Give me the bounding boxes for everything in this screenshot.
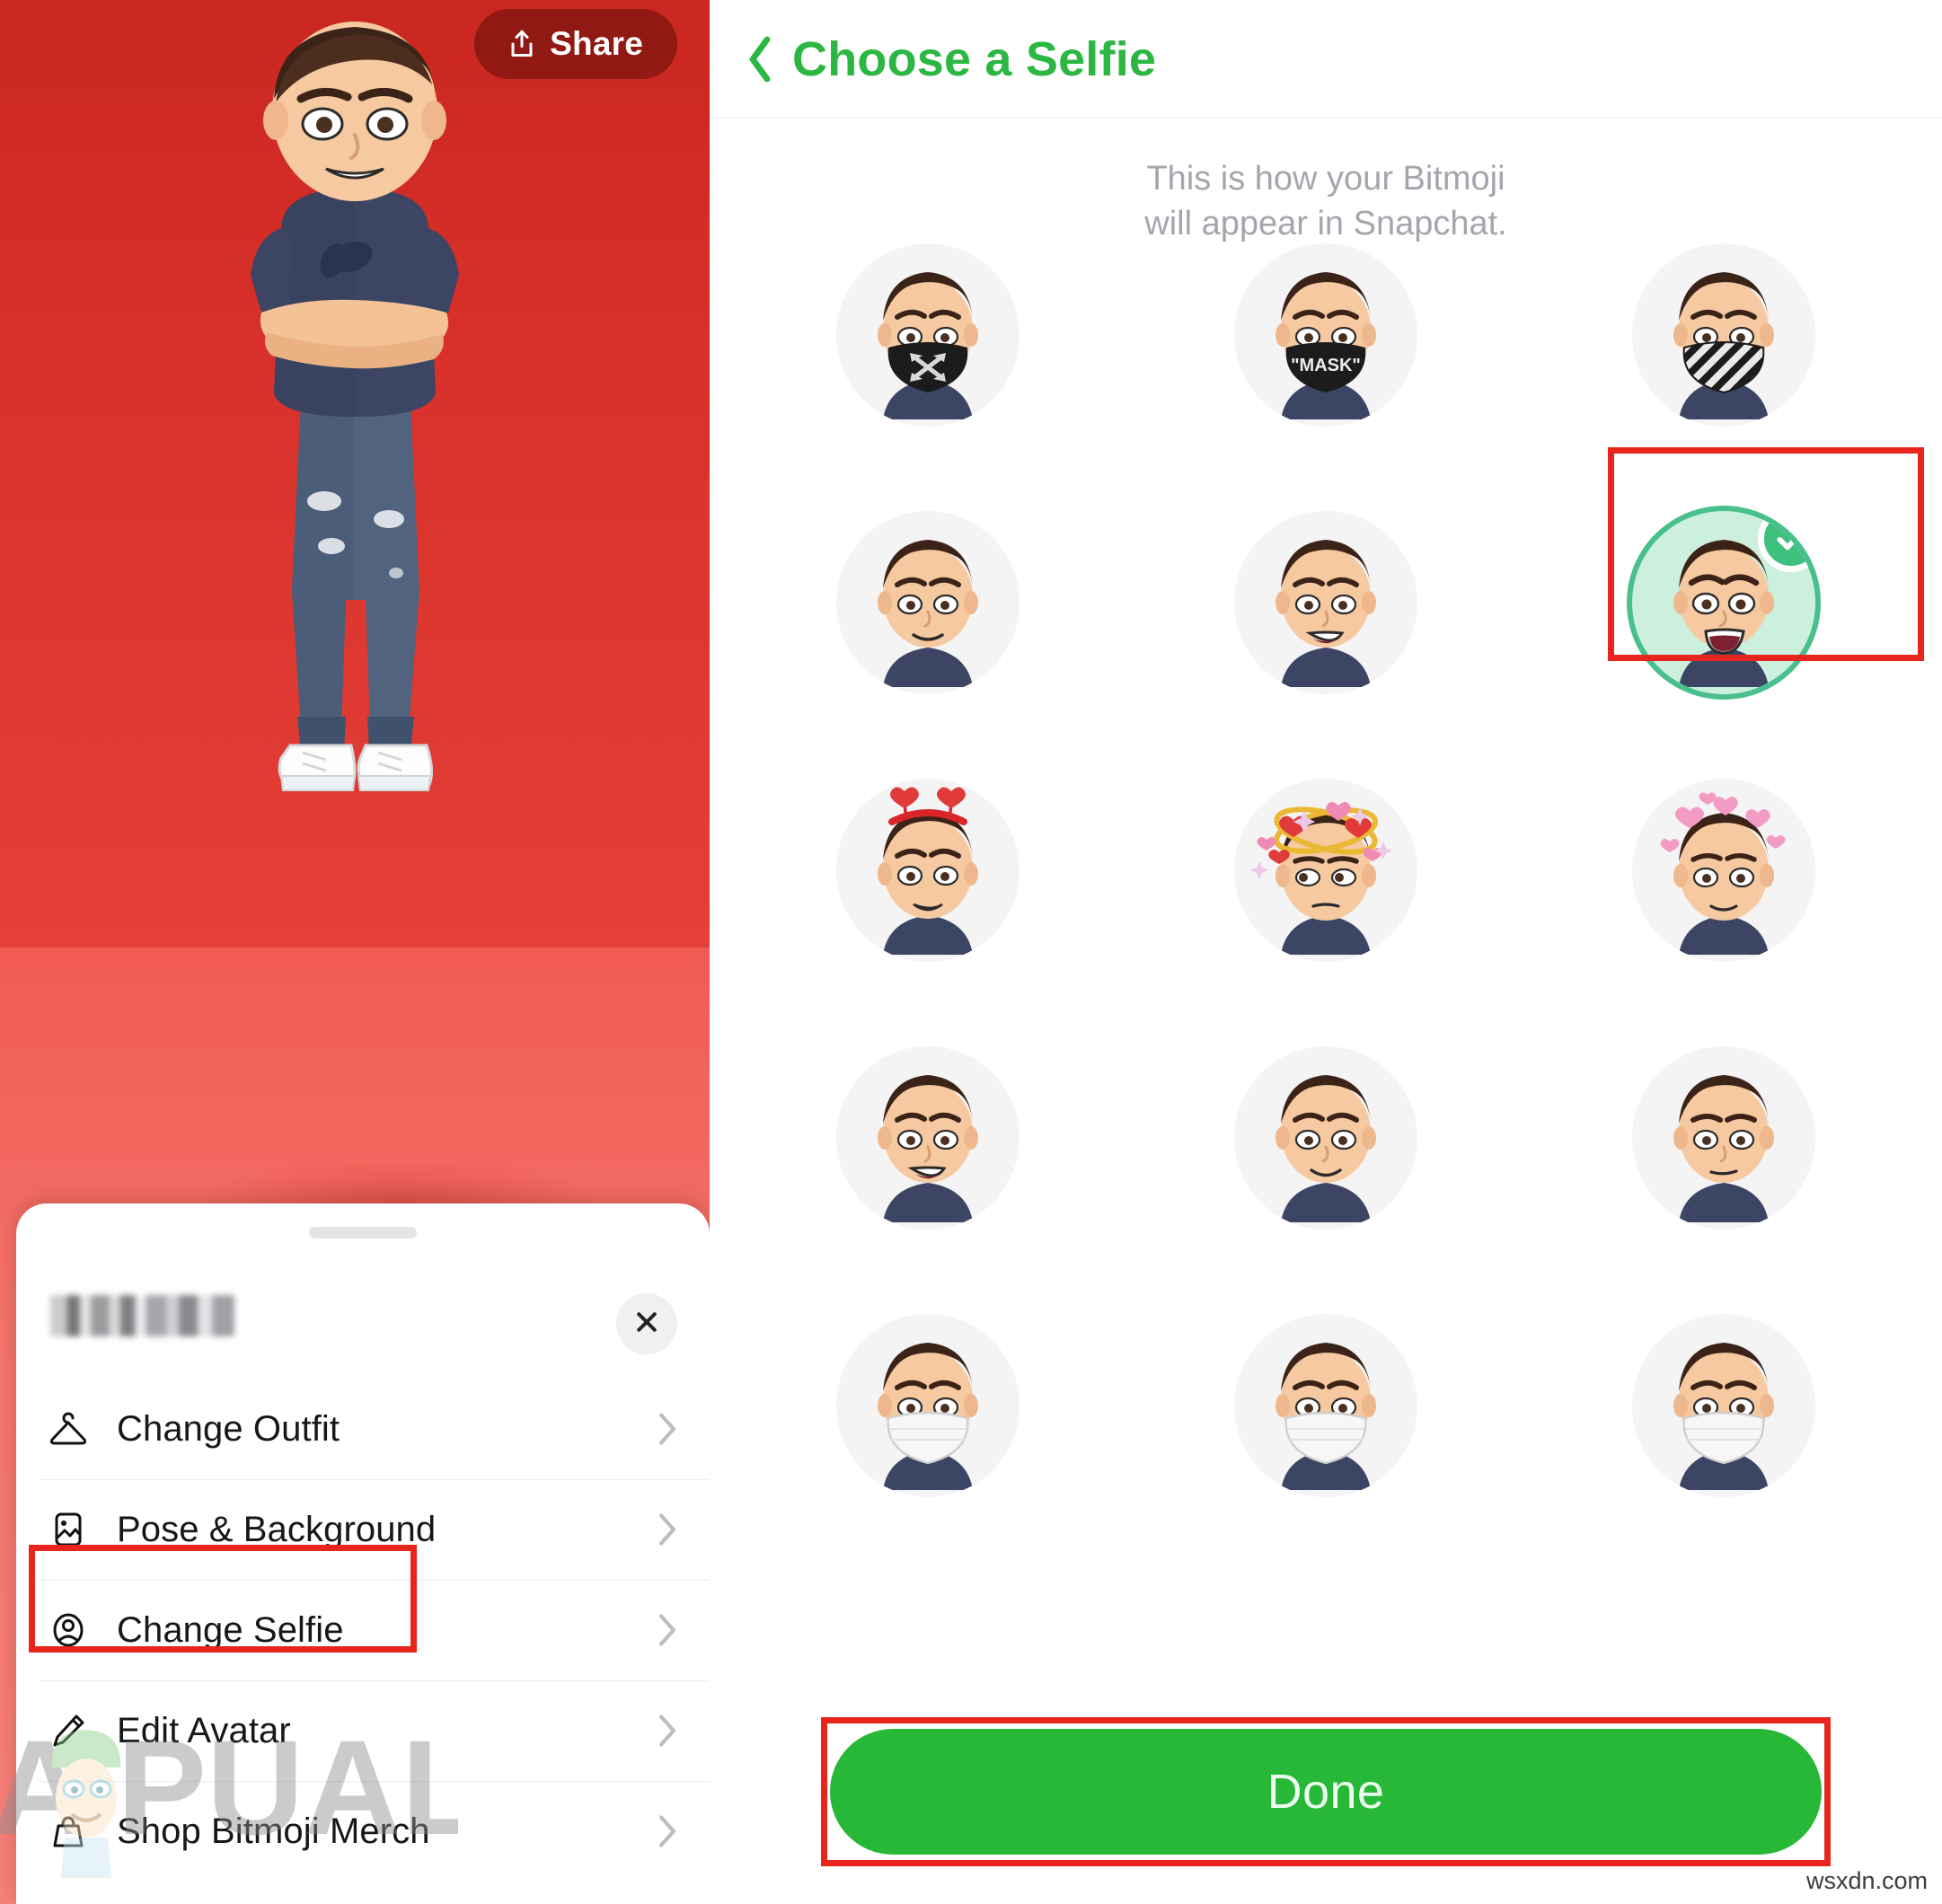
selfie-cell (1127, 1293, 1525, 1518)
pencil-icon (47, 1709, 104, 1752)
sheet-header (16, 1257, 710, 1374)
chevron-right-icon (658, 1512, 677, 1547)
selfie-option-plain-smile-a[interactable] (836, 1046, 1020, 1230)
menu-item-pose-background[interactable]: Pose & Background (16, 1479, 710, 1580)
menu-item-label: Edit Avatar (117, 1710, 291, 1750)
selfie-option-mask-text[interactable]: "MASK" (1233, 243, 1417, 427)
share-button-label: Share (550, 25, 643, 62)
selfie-cell (1127, 758, 1525, 983)
menu-item-change-selfie[interactable]: Change Selfie (16, 1580, 710, 1680)
menu-item-shop-bitmoji-merch[interactable]: Shop Bitmoji Merch (16, 1781, 710, 1882)
bitmoji-avatar-figure (166, 16, 543, 815)
selfie-cell (729, 758, 1127, 983)
selfie-cell (1524, 490, 1922, 715)
avatar-preview-panel: Share Change Outfit Pose & Background Ch… (0, 0, 710, 1904)
selfie-cell (1524, 758, 1922, 983)
selfie-option-plain-smile-b[interactable] (1233, 1046, 1417, 1230)
clothes-hanger-icon (47, 1407, 104, 1450)
source-watermark: wsxdn.com (1805, 1867, 1928, 1894)
selfie-option-dizzy-hearts[interactable] (1233, 779, 1417, 962)
selfie-cell (1127, 490, 1525, 715)
chevron-right-icon (658, 1613, 677, 1647)
svg-text:"MASK": "MASK" (1291, 356, 1361, 375)
selfie-option-mask-arrows[interactable] (836, 243, 1020, 427)
avatar-options-menu: Change Outfit Pose & Background Change S… (16, 1379, 710, 1882)
selfie-option-open-smile[interactable] (1233, 511, 1417, 694)
selfie-option-plain-smirk[interactable] (1631, 1046, 1815, 1230)
selfie-cell (1127, 1026, 1525, 1250)
menu-item-edit-avatar[interactable]: Edit Avatar (16, 1680, 710, 1781)
selfie-cell (1524, 223, 1922, 447)
selfie-option-heart-headband[interactable] (836, 779, 1020, 962)
chevron-right-icon (658, 1714, 677, 1748)
image-photo-icon (47, 1508, 104, 1551)
selfie-option-white-mask-c[interactable] (1631, 1314, 1815, 1497)
sheet-grabber-handle[interactable] (309, 1227, 417, 1238)
done-button-label: Done (1267, 1765, 1385, 1819)
subtitle-line-1: This is how your Bitmoji (1146, 160, 1505, 198)
selfie-cell (1524, 1293, 1922, 1518)
person-circle-icon (47, 1609, 104, 1652)
menu-item-label: Pose & Background (117, 1509, 437, 1549)
choose-selfie-panel: Choose a Selfie This is how your Bitmoji… (710, 0, 1942, 1904)
selfie-option-big-laugh-selected[interactable] (1631, 511, 1815, 694)
close-x-icon (633, 1309, 660, 1340)
close-sheet-button[interactable] (616, 1293, 677, 1354)
selfie-cell (1524, 1026, 1922, 1250)
shopping-bag-icon (47, 1810, 104, 1853)
selfie-option-pink-hearts[interactable] (1631, 779, 1815, 962)
app-screen: Share Change Outfit Pose & Background Ch… (0, 0, 1942, 1904)
selfie-cell (729, 490, 1127, 715)
done-button[interactable]: Done (830, 1729, 1822, 1855)
page-title: Choose a Selfie (792, 31, 1157, 86)
avatar-options-sheet: Change Outfit Pose & Background Change S… (16, 1203, 710, 1904)
selfie-cell: "MASK" (1127, 223, 1525, 447)
selfie-grid: "MASK" (710, 223, 1942, 1518)
selfie-option-white-mask-a[interactable] (836, 1314, 1020, 1497)
user-name-redacted (50, 1295, 234, 1336)
selfie-option-white-mask-b[interactable] (1233, 1314, 1417, 1497)
navigation-bar: Choose a Selfie (710, 0, 1942, 119)
selfie-cell (729, 1293, 1127, 1518)
menu-item-label: Change Outfit (117, 1408, 340, 1449)
selfie-option-mask-stripes[interactable] (1631, 243, 1815, 427)
selfie-option-neutral-smile[interactable] (836, 511, 1020, 694)
chevron-right-icon (658, 1412, 677, 1446)
chevron-left-icon (746, 36, 773, 83)
menu-item-change-outfit[interactable]: Change Outfit (16, 1379, 710, 1479)
back-button[interactable] (737, 36, 783, 83)
chevron-right-icon (658, 1814, 677, 1848)
menu-item-label: Shop Bitmoji Merch (117, 1811, 430, 1851)
selfie-cell (729, 1026, 1127, 1250)
menu-item-label: Change Selfie (117, 1609, 344, 1650)
selfie-cell (729, 223, 1127, 447)
